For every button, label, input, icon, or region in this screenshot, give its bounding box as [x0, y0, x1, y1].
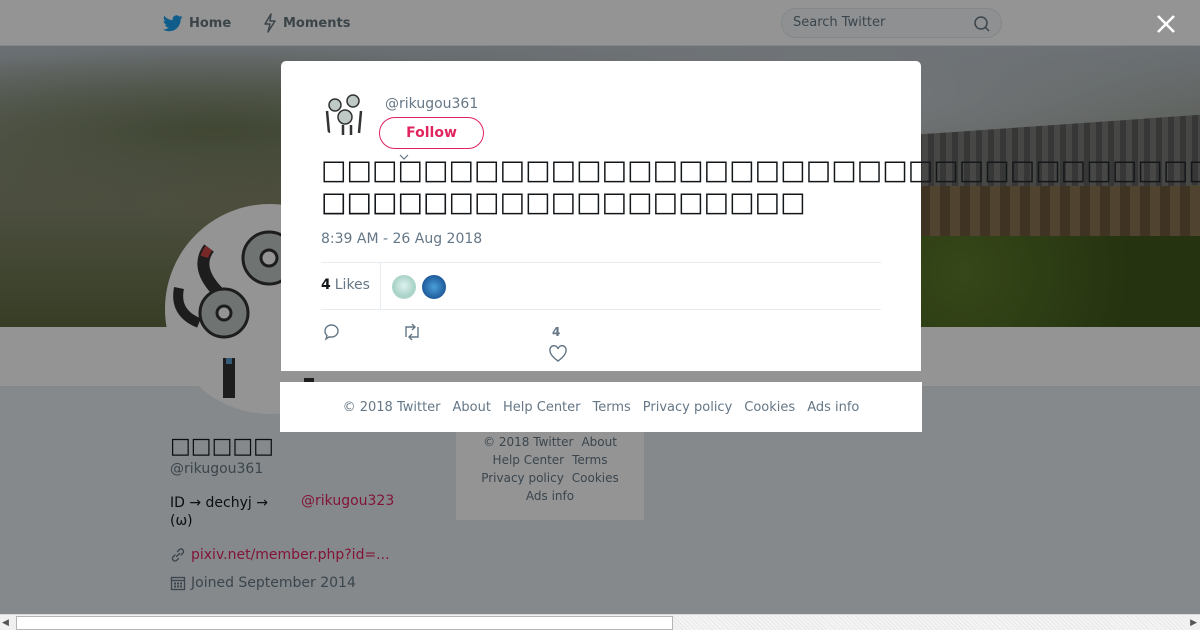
- magnemite-avatar-small: [321, 91, 369, 139]
- heart-icon[interactable]: [549, 345, 567, 363]
- horizontal-scrollbar[interactable]: ◀ ▶: [0, 614, 1200, 630]
- modal-footer: © 2018 Twitter About Help Center Terms P…: [280, 382, 922, 432]
- scroll-right-arrow-icon[interactable]: ▶: [1190, 618, 1197, 628]
- footer-cookies-link[interactable]: Cookies: [744, 400, 795, 415]
- stats-divider: [380, 263, 381, 310]
- reply-icon[interactable]: [323, 323, 341, 341]
- scroll-left-arrow-icon[interactable]: ◀: [2, 618, 9, 628]
- tweet-author-handle[interactable]: @rikugou361: [385, 96, 478, 112]
- tweet-actions: 4: [321, 323, 621, 363]
- footer-privacy-link[interactable]: Privacy policy: [643, 400, 732, 415]
- likes-label: Likes: [334, 277, 370, 293]
- close-icon: [1157, 15, 1175, 33]
- tweet-stats: 4 Likes: [321, 262, 881, 310]
- likes-stat[interactable]: 4 Likes: [321, 277, 370, 293]
- scrollbar-thumb[interactable]: [16, 616, 673, 630]
- liker-avatar[interactable]: [392, 275, 416, 299]
- tweet-text-line-2: □□□□□□□□□□□□□□□□□□□: [321, 187, 806, 218]
- footer-ads-link[interactable]: Ads info: [807, 400, 859, 415]
- tweet-modal: @rikugou361 Follow □□□□□□□□□□□□□□□□□□□□□…: [281, 61, 1200, 371]
- like-action-count: 4: [552, 325, 561, 339]
- tweet-timestamp[interactable]: 8:39 AM - 26 Aug 2018: [321, 231, 482, 247]
- liker-avatar[interactable]: [422, 275, 446, 299]
- likes-count: 4: [321, 277, 331, 293]
- footer-about-link[interactable]: About: [453, 400, 491, 415]
- close-modal-button[interactable]: [1154, 12, 1178, 36]
- tweet-author-avatar[interactable]: [321, 91, 369, 139]
- retweet-icon[interactable]: [401, 323, 423, 341]
- footer-help-link[interactable]: Help Center: [503, 400, 581, 415]
- footer-terms-link[interactable]: Terms: [593, 400, 631, 415]
- follow-button[interactable]: Follow: [379, 117, 484, 149]
- footer-copyright: © 2018 Twitter: [342, 399, 441, 415]
